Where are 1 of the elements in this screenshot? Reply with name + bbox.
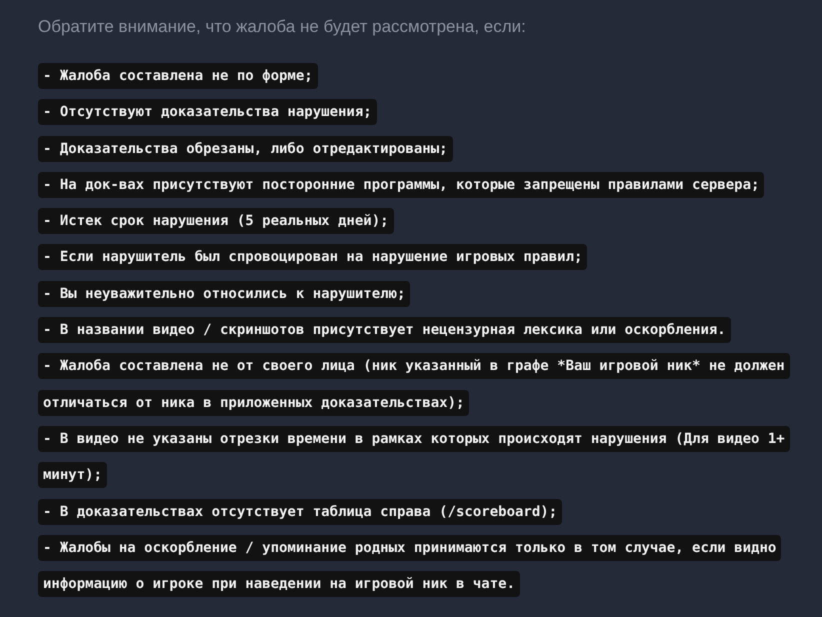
notice-heading: Обратите внимание, что жалоба не будет рассмотрена, если: [38, 16, 527, 38]
